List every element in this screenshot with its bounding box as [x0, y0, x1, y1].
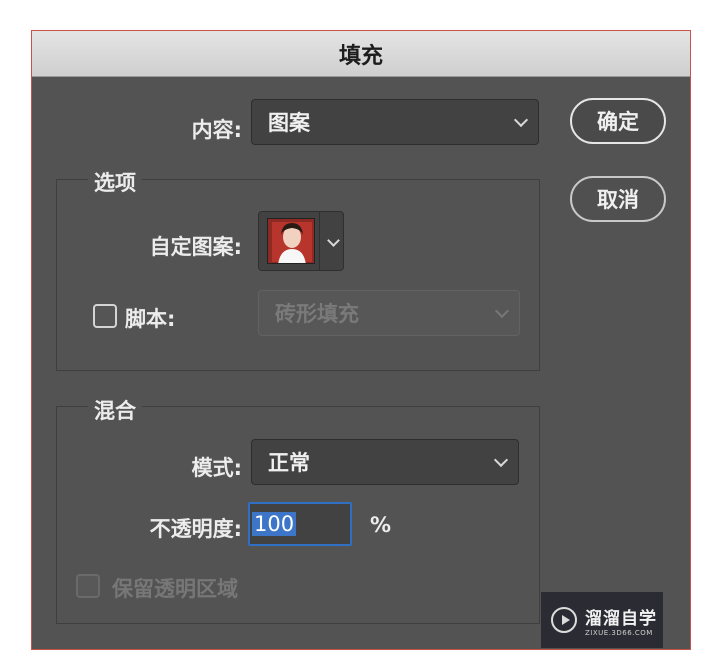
pattern-picker[interactable] [258, 211, 344, 271]
watermark-logo: 溜溜自学 ZIXUE.3D66.COM [541, 592, 663, 648]
script-label: 脚本: [125, 307, 176, 331]
pattern-divider [319, 212, 320, 270]
watermark-name: 溜溜自学 [585, 608, 657, 629]
chevron-down-icon [493, 452, 509, 468]
dialog-title: 填充 [338, 43, 383, 69]
chevron-down-icon [494, 303, 510, 319]
chevron-down-icon [513, 112, 529, 128]
options-group [56, 179, 540, 371]
watermark-text: 溜溜自学 ZIXUE.3D66.COM [585, 604, 657, 637]
script-select: 砖形填充 [258, 290, 520, 336]
content-select-value: 图案 [268, 111, 310, 135]
options-group-title: 选项 [88, 167, 142, 197]
play-icon [551, 607, 577, 633]
chevron-down-icon[interactable] [327, 234, 340, 247]
opacity-input[interactable]: 100 [248, 502, 352, 546]
ok-button[interactable]: 确定 [570, 98, 666, 144]
cancel-button[interactable]: 取消 [570, 176, 666, 222]
preserve-transparency-label: 保留透明区域 [112, 577, 238, 601]
mode-label: 模式: [191, 456, 242, 480]
dialog-titlebar[interactable]: 填充 [32, 31, 690, 77]
opacity-value: 100 [252, 512, 297, 536]
opacity-label: 不透明度: [149, 517, 242, 541]
preserve-transparency-checkbox [76, 574, 100, 598]
content-label: 内容: [191, 118, 242, 142]
pattern-swatch-thumbnail [267, 218, 315, 264]
script-checkbox[interactable] [93, 304, 117, 328]
script-select-value: 砖形填充 [275, 302, 359, 326]
opacity-unit: % [370, 513, 392, 537]
content-select[interactable]: 图案 [251, 99, 539, 145]
mode-select-value: 正常 [268, 451, 310, 475]
mode-select[interactable]: 正常 [251, 439, 519, 485]
watermark-url: ZIXUE.3D66.COM [585, 628, 653, 637]
custom-pattern-label: 自定图案: [149, 235, 242, 259]
blend-group-title: 混合 [88, 395, 142, 425]
fill-dialog: 填充 内容: 图案 确定 取消 选项 自定图案: 脚本: 砖形填充 混合 模式:… [31, 30, 691, 650]
